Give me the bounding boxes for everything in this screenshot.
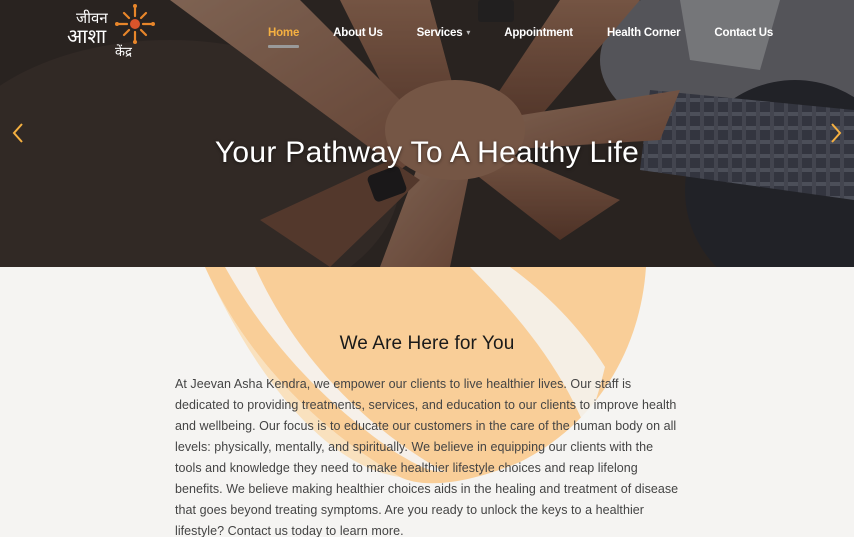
nav-item-about-us[interactable]: About Us [333, 24, 383, 48]
nav-item-home[interactable]: Home [268, 24, 299, 48]
hero-banner: जीवन आशा केंद्र Home About Us Services ▾ … [0, 0, 854, 267]
logo[interactable]: जीवन आशा केंद्र [64, 2, 160, 64]
section-title: We Are Here for You [339, 333, 515, 354]
hero-title: Your Pathway To A Healthy Life [214, 136, 640, 169]
nav-item-contact-us[interactable]: Contact Us [714, 24, 773, 48]
nav-item-appointment[interactable]: Appointment [504, 24, 573, 48]
section-body: At Jeevan Asha Kendra, we empower our cl… [175, 377, 679, 537]
nav-label-contact-us: Contact Us [714, 27, 774, 39]
nav-item-services[interactable]: Services ▾ [417, 24, 471, 48]
intro-section: We Are Here for You At Jeevan Asha Kendr… [0, 267, 854, 537]
sun-icon [115, 4, 155, 44]
nav-item-health-corner[interactable]: Health Corner [606, 24, 681, 48]
nav-label-appointment: Appointment [504, 27, 573, 39]
nav-label-health-corner: Health Corner [606, 27, 681, 39]
logo-text-line3: केंद्र [115, 45, 132, 60]
chevron-down-icon: ▾ [466, 28, 471, 38]
nav-label-services: Services [416, 27, 463, 39]
main-nav: Home About Us Services ▾ Appointment Heal… [256, 24, 807, 48]
nav-label-about-us: About Us [333, 27, 383, 39]
logo-text-line2: आशा [67, 24, 107, 48]
nav-label-home: Home [268, 27, 300, 39]
